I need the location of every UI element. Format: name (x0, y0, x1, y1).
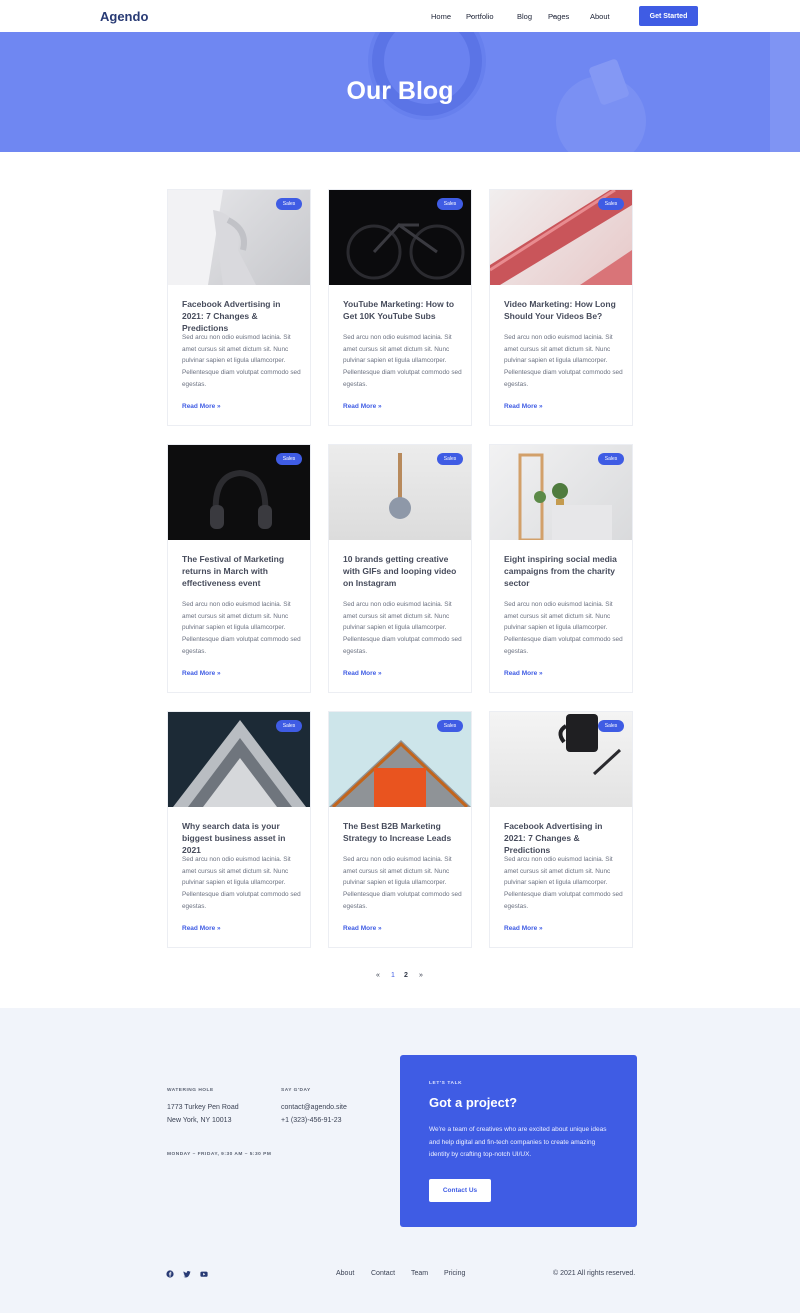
blog-card[interactable]: Sales Eight inspiring social media campa… (489, 444, 633, 693)
contact-label: SAY G'DAY (281, 1088, 311, 1093)
footer-link-contact[interactable]: Contact (371, 1270, 395, 1277)
post-title[interactable]: 10 brands getting creative with GIFs and… (343, 553, 463, 589)
cta-text: We're a team of creatives who are excite… (429, 1126, 607, 1159)
post-thumbnail[interactable]: Sales (490, 445, 632, 540)
read-more-link[interactable]: Read More » (504, 403, 543, 410)
nav-about-label: About (590, 12, 610, 21)
post-excerpt: Sed arcu non odio euismod lacinia. Sit a… (182, 334, 301, 388)
chevron-down-icon: ⌄ (469, 13, 475, 19)
blog-card[interactable]: Sales The Best B2B Marketing Strategy to… (328, 711, 472, 948)
category-badge[interactable]: Sales (598, 453, 624, 465)
post-title[interactable]: The Festival of Marketing returns in Mar… (182, 553, 302, 589)
get-started-button[interactable]: Get Started (639, 6, 698, 26)
copyright: © 2021 All rights reserved. (553, 1270, 636, 1277)
post-excerpt: Sed arcu non odio euismod lacinia. Sit a… (504, 856, 623, 910)
post-excerpt: Sed arcu non odio euismod lacinia. Sit a… (182, 856, 301, 910)
blog-card[interactable]: Sales Video Marketing: How Long Should Y… (489, 189, 633, 426)
read-more-link[interactable]: Read More » (504, 670, 543, 677)
post-title[interactable]: The Best B2B Marketing Strategy to Incre… (343, 820, 463, 844)
page-title: Our Blog (346, 77, 454, 105)
phone-link[interactable]: +1 (323)-456-91-23 (281, 1114, 342, 1127)
footer-link-pricing[interactable]: Pricing (444, 1270, 465, 1277)
category-badge[interactable]: Sales (598, 198, 624, 210)
nav-blog-label: Blog (517, 12, 533, 21)
category-badge[interactable]: Sales (276, 198, 302, 210)
post-title[interactable]: Why search data is your biggest business… (182, 820, 302, 856)
facebook-icon[interactable] (166, 1270, 174, 1278)
pagination-page-2[interactable]: 2 (404, 972, 408, 979)
youtube-icon[interactable] (200, 1270, 208, 1278)
blog-card[interactable]: Sales YouTube Marketing: How to Get 10K … (328, 189, 472, 426)
post-thumbnail[interactable]: Sales (490, 712, 632, 807)
logo[interactable]: Agendo (100, 9, 148, 24)
post-excerpt: Sed arcu non odio euismod lacinia. Sit a… (182, 601, 301, 655)
category-badge[interactable]: Sales (276, 720, 302, 732)
email-link[interactable]: contact@agendo.site (281, 1101, 347, 1114)
footer-link-about[interactable]: About (336, 1270, 354, 1277)
read-more-link[interactable]: Read More » (343, 670, 382, 677)
read-more-link[interactable]: Read More » (504, 925, 543, 932)
blog-card[interactable]: Sales 10 brands getting creative with GI… (328, 444, 472, 693)
post-title[interactable]: Facebook Advertising in 2021: 7 Changes … (182, 298, 302, 334)
read-more-link[interactable]: Read More » (182, 670, 221, 677)
address-line-2: New York, NY 10013 (167, 1117, 232, 1124)
read-more-link[interactable]: Read More » (343, 403, 382, 410)
cta-label: LET'S TALK (429, 1081, 463, 1086)
blog-card[interactable]: Sales Facebook Advertising in 2021: 7 Ch… (489, 711, 633, 948)
read-more-link[interactable]: Read More » (182, 403, 221, 410)
category-badge[interactable]: Sales (598, 720, 624, 732)
post-excerpt: Sed arcu non odio euismod lacinia. Sit a… (343, 601, 462, 655)
post-excerpt: Sed arcu non odio euismod lacinia. Sit a… (504, 334, 623, 388)
category-badge[interactable]: Sales (437, 453, 463, 465)
cta-heading: Got a project? (429, 1095, 518, 1110)
post-thumbnail[interactable]: Sales (329, 712, 471, 807)
address-label: WATERING HOLE (167, 1088, 214, 1093)
post-thumbnail[interactable]: Sales (490, 190, 632, 285)
twitter-icon[interactable] (183, 1270, 191, 1278)
read-more-link[interactable]: Read More » (182, 925, 221, 932)
post-excerpt: Sed arcu non odio euismod lacinia. Sit a… (504, 601, 623, 655)
read-more-link[interactable]: Read More » (343, 925, 382, 932)
category-badge[interactable]: Sales (276, 453, 302, 465)
post-thumbnail[interactable]: Sales (329, 190, 471, 285)
pagination-page-1[interactable]: 1 (391, 972, 395, 979)
chevron-down-icon: ⌄ (551, 13, 557, 19)
pagination-next[interactable]: » (419, 972, 423, 979)
post-excerpt: Sed arcu non odio euismod lacinia. Sit a… (343, 856, 462, 910)
address-line-1: 1773 Turkey Pen Road (167, 1104, 239, 1111)
category-badge[interactable]: Sales (437, 720, 463, 732)
pagination-prev[interactable]: « (376, 972, 380, 979)
blog-card[interactable]: Sales The Festival of Marketing returns … (167, 444, 311, 693)
post-thumbnail[interactable]: Sales (329, 445, 471, 540)
post-thumbnail[interactable]: Sales (168, 190, 310, 285)
post-excerpt: Sed arcu non odio euismod lacinia. Sit a… (343, 334, 462, 388)
category-badge[interactable]: Sales (437, 198, 463, 210)
post-title[interactable]: YouTube Marketing: How to Get 10K YouTub… (343, 298, 463, 322)
business-hours: MONDAY – FRIDAY, 9:30 AM – 5:30 PM (167, 1152, 272, 1157)
contact-us-button[interactable]: Contact Us (429, 1179, 491, 1202)
hero-banner: Our Blog (0, 32, 800, 152)
blog-card[interactable]: Sales Facebook Advertising in 2021: 7 Ch… (167, 189, 311, 426)
post-title[interactable]: Facebook Advertising in 2021: 7 Changes … (504, 820, 624, 856)
post-title[interactable]: Video Marketing: How Long Should Your Vi… (504, 298, 624, 322)
post-thumbnail[interactable]: Sales (168, 445, 310, 540)
blog-card[interactable]: Sales Why search data is your biggest bu… (167, 711, 311, 948)
site-header: Agendo Home Portfolio ⌄ Blog Pages ⌄ About… (0, 0, 800, 32)
post-title[interactable]: Eight inspiring social media campaigns f… (504, 553, 624, 589)
footer-link-team[interactable]: Team (411, 1270, 428, 1277)
post-thumbnail[interactable]: Sales (168, 712, 310, 807)
project-cta-panel: LET'S TALK Got a project? We're a team o… (400, 1055, 637, 1227)
nav-home-label: Home (431, 12, 452, 21)
